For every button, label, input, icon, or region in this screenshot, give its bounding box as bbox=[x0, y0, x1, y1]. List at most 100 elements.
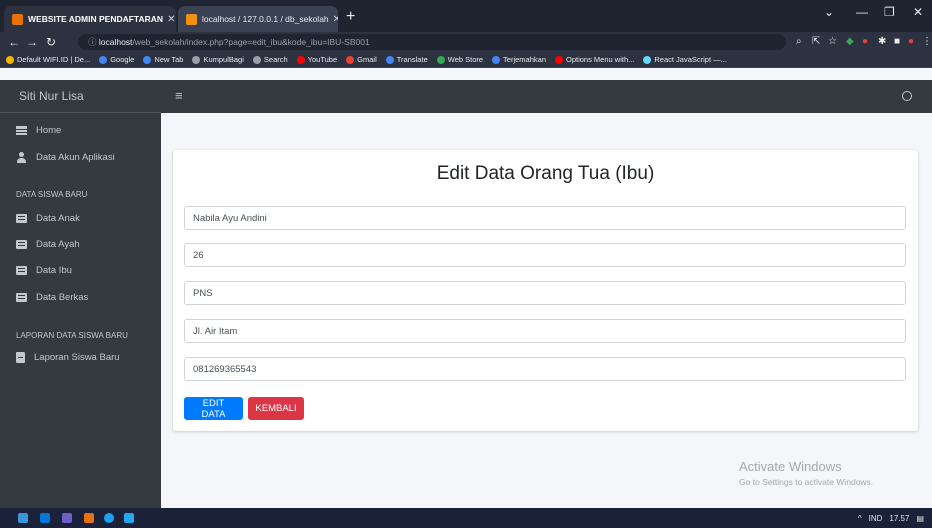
share-icon[interactable]: ⇱ bbox=[812, 35, 820, 49]
address-bar-row: ← → ↻ ⓘ localhost/web_sekolah/index.php?… bbox=[0, 32, 932, 52]
zoom-icon[interactable]: ⌕ bbox=[796, 35, 802, 49]
kembali-button[interactable]: KEMBALI bbox=[248, 397, 304, 420]
sidebar-item-label: Laporan Siswa Baru bbox=[34, 352, 120, 363]
table-icon bbox=[16, 240, 27, 249]
brand-user-name[interactable]: Siti Nur Lisa bbox=[0, 80, 161, 113]
nama-ibu-input[interactable] bbox=[184, 206, 906, 230]
bookmark-item[interactable]: KumpulBagi bbox=[192, 55, 244, 64]
bookmark-item[interactable]: Translate bbox=[385, 55, 428, 64]
alamat-input[interactable] bbox=[184, 319, 906, 343]
close-tab-icon[interactable]: ✕ bbox=[329, 14, 338, 25]
youtube-icon bbox=[296, 55, 305, 64]
edit-data-button[interactable]: EDIT DATA bbox=[184, 397, 243, 420]
telepon-input[interactable] bbox=[184, 357, 906, 381]
minimize-icon[interactable]: — bbox=[856, 5, 868, 19]
search-icon bbox=[252, 55, 261, 64]
bookmark-item[interactable]: Gmail bbox=[346, 55, 377, 64]
extension-icon[interactable]: ◆ bbox=[846, 35, 854, 49]
google-icon bbox=[143, 55, 152, 64]
google-icon bbox=[99, 55, 108, 64]
sidebar-item-label: Home bbox=[36, 125, 62, 136]
bookmark-item[interactable]: Search bbox=[252, 55, 288, 64]
bookmark-item[interactable]: YouTube bbox=[296, 55, 337, 64]
bookmark-item[interactable]: React JavaScript —... bbox=[643, 55, 727, 64]
user-icon bbox=[16, 152, 27, 163]
reload-icon[interactable]: ↻ bbox=[46, 34, 56, 50]
tab-search-icon[interactable]: ⌄ bbox=[824, 5, 834, 19]
sidebar-item-data-berkas[interactable]: Data Berkas bbox=[16, 292, 88, 303]
top-navbar: ≡ bbox=[161, 80, 932, 113]
more-menu-icon[interactable]: ⋮ bbox=[922, 35, 932, 49]
sidebar-item-data-anak[interactable]: Data Anak bbox=[16, 213, 80, 224]
sidebar-item-label: Data Anak bbox=[36, 213, 80, 224]
sidebar-item-label: Data Ibu bbox=[36, 265, 72, 276]
system-tray: ^ IND 17.57 ▤ bbox=[851, 508, 924, 528]
bookmark-item[interactable]: Terjemahkan bbox=[492, 55, 546, 64]
sidebar-section-header: DATA SISWA BARU bbox=[16, 190, 88, 199]
sidebar-item-label: Data Akun Aplikasi bbox=[36, 152, 115, 163]
notification-icon[interactable]: ▤ bbox=[916, 514, 924, 523]
language-indicator[interactable]: IND bbox=[869, 514, 883, 523]
taskbar-app-icon[interactable] bbox=[40, 513, 50, 523]
close-window-icon[interactable]: ✕ bbox=[913, 5, 923, 19]
tab-favicon-icon bbox=[12, 13, 23, 25]
tab-favicon-icon bbox=[186, 13, 197, 25]
pekerjaan-input[interactable] bbox=[184, 281, 906, 305]
tab-title: WEBSITE ADMIN PENDAFTARAN bbox=[28, 14, 164, 24]
bookmark-item[interactable]: Default WIFI.ID | De... bbox=[6, 55, 90, 64]
url-host: localhost bbox=[98, 37, 133, 47]
taskbar-app-icon[interactable] bbox=[62, 513, 72, 523]
sidebar-item-label: Data Berkas bbox=[36, 292, 89, 303]
hamburger-menu-icon[interactable]: ≡ bbox=[175, 89, 183, 103]
forward-icon[interactable]: → bbox=[26, 34, 38, 50]
sidepanel-icon[interactable]: ■ bbox=[894, 35, 900, 49]
back-icon[interactable]: ← bbox=[8, 34, 20, 50]
windows-start-icon[interactable] bbox=[18, 513, 28, 523]
close-tab-icon[interactable]: ✕ bbox=[163, 14, 175, 25]
watermark-title: Activate Windows bbox=[739, 459, 842, 474]
bookmarks-bar: Default WIFI.ID | De... Google New Tab K… bbox=[0, 52, 932, 68]
table-icon bbox=[16, 214, 27, 223]
windows-taskbar: ^ IND 17.57 ▤ bbox=[0, 508, 932, 528]
profile-avatar[interactable]: ● bbox=[908, 35, 914, 49]
bookmark-item[interactable]: Google bbox=[99, 55, 134, 64]
sidebar-item-data-ayah[interactable]: Data Ayah bbox=[16, 239, 80, 250]
sidebar-item-data-akun[interactable]: Data Akun Aplikasi bbox=[16, 152, 115, 163]
gmail-icon bbox=[346, 55, 355, 64]
watermark-subtitle: Go to Settings to activate Windows. bbox=[739, 477, 874, 487]
circle-icon[interactable] bbox=[902, 91, 912, 101]
bookmark-item[interactable]: Options Menu with... bbox=[555, 55, 634, 64]
tab-title: localhost / 127.0.0.1 / db_sekolah bbox=[202, 14, 329, 24]
webstore-icon bbox=[436, 55, 445, 64]
extensions-puzzle-icon[interactable]: ✱ bbox=[878, 35, 886, 49]
info-icon: ⓘ bbox=[88, 37, 99, 47]
bookmark-icon bbox=[6, 55, 14, 64]
new-tab-button[interactable]: + bbox=[346, 6, 355, 28]
table-icon bbox=[16, 293, 27, 302]
translate-icon bbox=[385, 55, 394, 64]
taskbar-chrome-icon[interactable] bbox=[104, 513, 114, 523]
clock[interactable]: 17.57 bbox=[889, 514, 909, 523]
activate-windows-watermark: Activate Windows Go to Settings to activ… bbox=[739, 459, 873, 487]
umur-input[interactable] bbox=[184, 243, 906, 267]
taskbar-app-icon[interactable] bbox=[84, 513, 94, 523]
url-path: /web_sekolah/index.php?page=edit_ibu&kod… bbox=[132, 37, 370, 47]
sidebar-item-laporan[interactable]: Laporan Siswa Baru bbox=[16, 352, 120, 363]
bookmark-icon bbox=[192, 55, 201, 64]
bookmark-item[interactable]: Web Store bbox=[436, 55, 483, 64]
taskbar-vscode-icon[interactable] bbox=[124, 513, 134, 523]
browser-tab-phpmyadmin[interactable]: localhost / 127.0.0.1 / db_sekolah ✕ bbox=[178, 6, 338, 32]
bookmark-star-icon[interactable]: ☆ bbox=[828, 35, 837, 49]
browser-tab-admin[interactable]: WEBSITE ADMIN PENDAFTARAN ✕ bbox=[4, 6, 176, 32]
translate-icon bbox=[492, 55, 501, 64]
restore-icon[interactable]: ❐ bbox=[884, 5, 895, 19]
extension-icon[interactable]: ● bbox=[862, 35, 868, 49]
sidebar-item-data-ibu[interactable]: Data Ibu bbox=[16, 265, 72, 276]
chevron-up-icon[interactable]: ^ bbox=[858, 514, 862, 523]
url-input[interactable]: ⓘ localhost/web_sekolah/index.php?page=e… bbox=[78, 34, 786, 50]
sidebar-item-home[interactable]: Home bbox=[16, 125, 61, 136]
browser-tab-bar: WEBSITE ADMIN PENDAFTARAN ✕ localhost / … bbox=[0, 0, 932, 32]
react-icon bbox=[643, 55, 652, 64]
bookmark-item[interactable]: New Tab bbox=[143, 55, 183, 64]
sidebar-section-header: LAPORAN DATA SISWA BARU bbox=[16, 331, 128, 340]
